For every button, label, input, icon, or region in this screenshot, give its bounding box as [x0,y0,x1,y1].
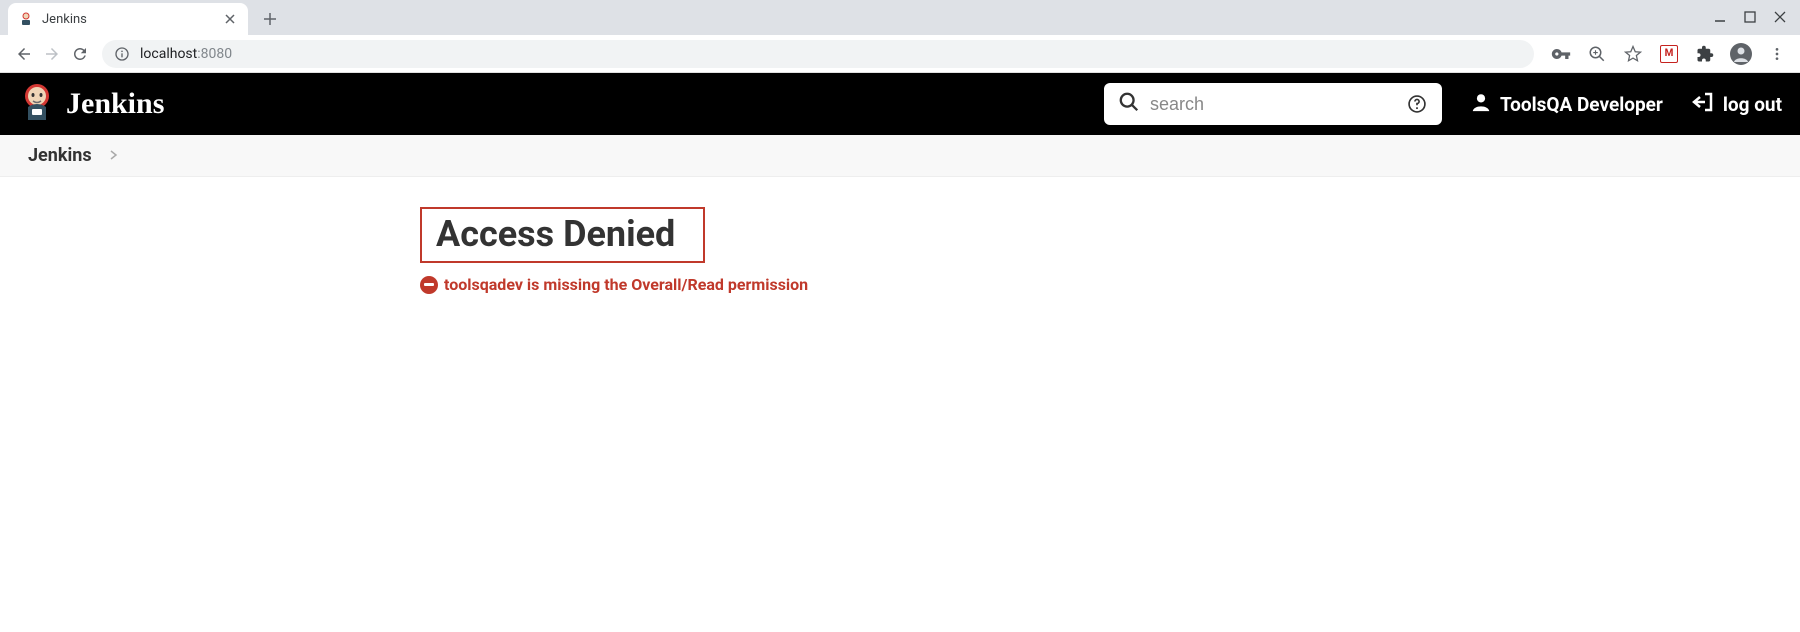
browser-tab-bar: Jenkins [0,0,1800,35]
jenkins-logo-link[interactable]: Jenkins [18,82,164,126]
page-heading: Access Denied [436,213,675,255]
error-message: toolsqadev is missing the Overall/Read p… [420,275,1800,294]
zoom-icon[interactable] [1584,41,1610,67]
toolbar-right: M [1542,41,1790,67]
browser-tab[interactable]: Jenkins [8,3,248,35]
tab-title: Jenkins [42,12,87,27]
jenkins-favicon [18,11,34,27]
logout-label: log out [1723,93,1782,116]
error-text: toolsqadev is missing the Overall/Read p… [444,275,808,294]
forward-button[interactable] [38,40,66,68]
chevron-right-icon [110,149,118,163]
search-icon [1118,91,1140,117]
user-name-label: ToolsQA Developer [1500,93,1663,116]
jenkins-logo-text: Jenkins [66,87,164,121]
reload-button[interactable] [66,40,94,68]
help-icon[interactable] [1406,93,1428,115]
jenkins-header: Jenkins ToolsQA Developer log out [0,73,1800,135]
back-button[interactable] [10,40,38,68]
main-content: Access Denied toolsqadev is missing the … [0,177,1800,294]
logout-icon [1691,90,1715,119]
password-key-icon[interactable] [1548,41,1574,67]
close-tab-icon[interactable] [222,11,238,27]
profile-avatar-icon[interactable] [1728,41,1754,67]
bookmark-star-icon[interactable] [1620,41,1646,67]
close-window-button[interactable] [1774,11,1786,27]
address-bar[interactable]: localhost:8080 [102,40,1534,68]
mcafee-extension-icon[interactable]: M [1656,41,1682,67]
breadcrumb-item-jenkins[interactable]: Jenkins [28,145,92,166]
new-tab-button[interactable] [256,5,284,33]
address-port: :8080 [197,46,232,62]
no-entry-icon [420,276,438,294]
user-profile-link[interactable]: ToolsQA Developer [1470,91,1663,118]
minimize-button[interactable] [1714,11,1726,27]
logout-link[interactable]: log out [1691,90,1782,119]
menu-dots-icon[interactable] [1764,41,1790,67]
info-icon[interactable] [114,46,130,62]
search-box [1104,83,1442,125]
jenkins-logo-icon [18,82,56,126]
maximize-button[interactable] [1744,11,1756,27]
search-input[interactable] [1150,94,1406,115]
person-icon [1470,91,1492,118]
window-controls [1714,11,1800,35]
breadcrumb: Jenkins [0,135,1800,177]
address-host: localhost [140,46,197,62]
header-right: ToolsQA Developer log out [1104,83,1782,125]
browser-toolbar: localhost:8080 M [0,35,1800,73]
access-denied-highlight: Access Denied [420,207,705,263]
extensions-puzzle-icon[interactable] [1692,41,1718,67]
